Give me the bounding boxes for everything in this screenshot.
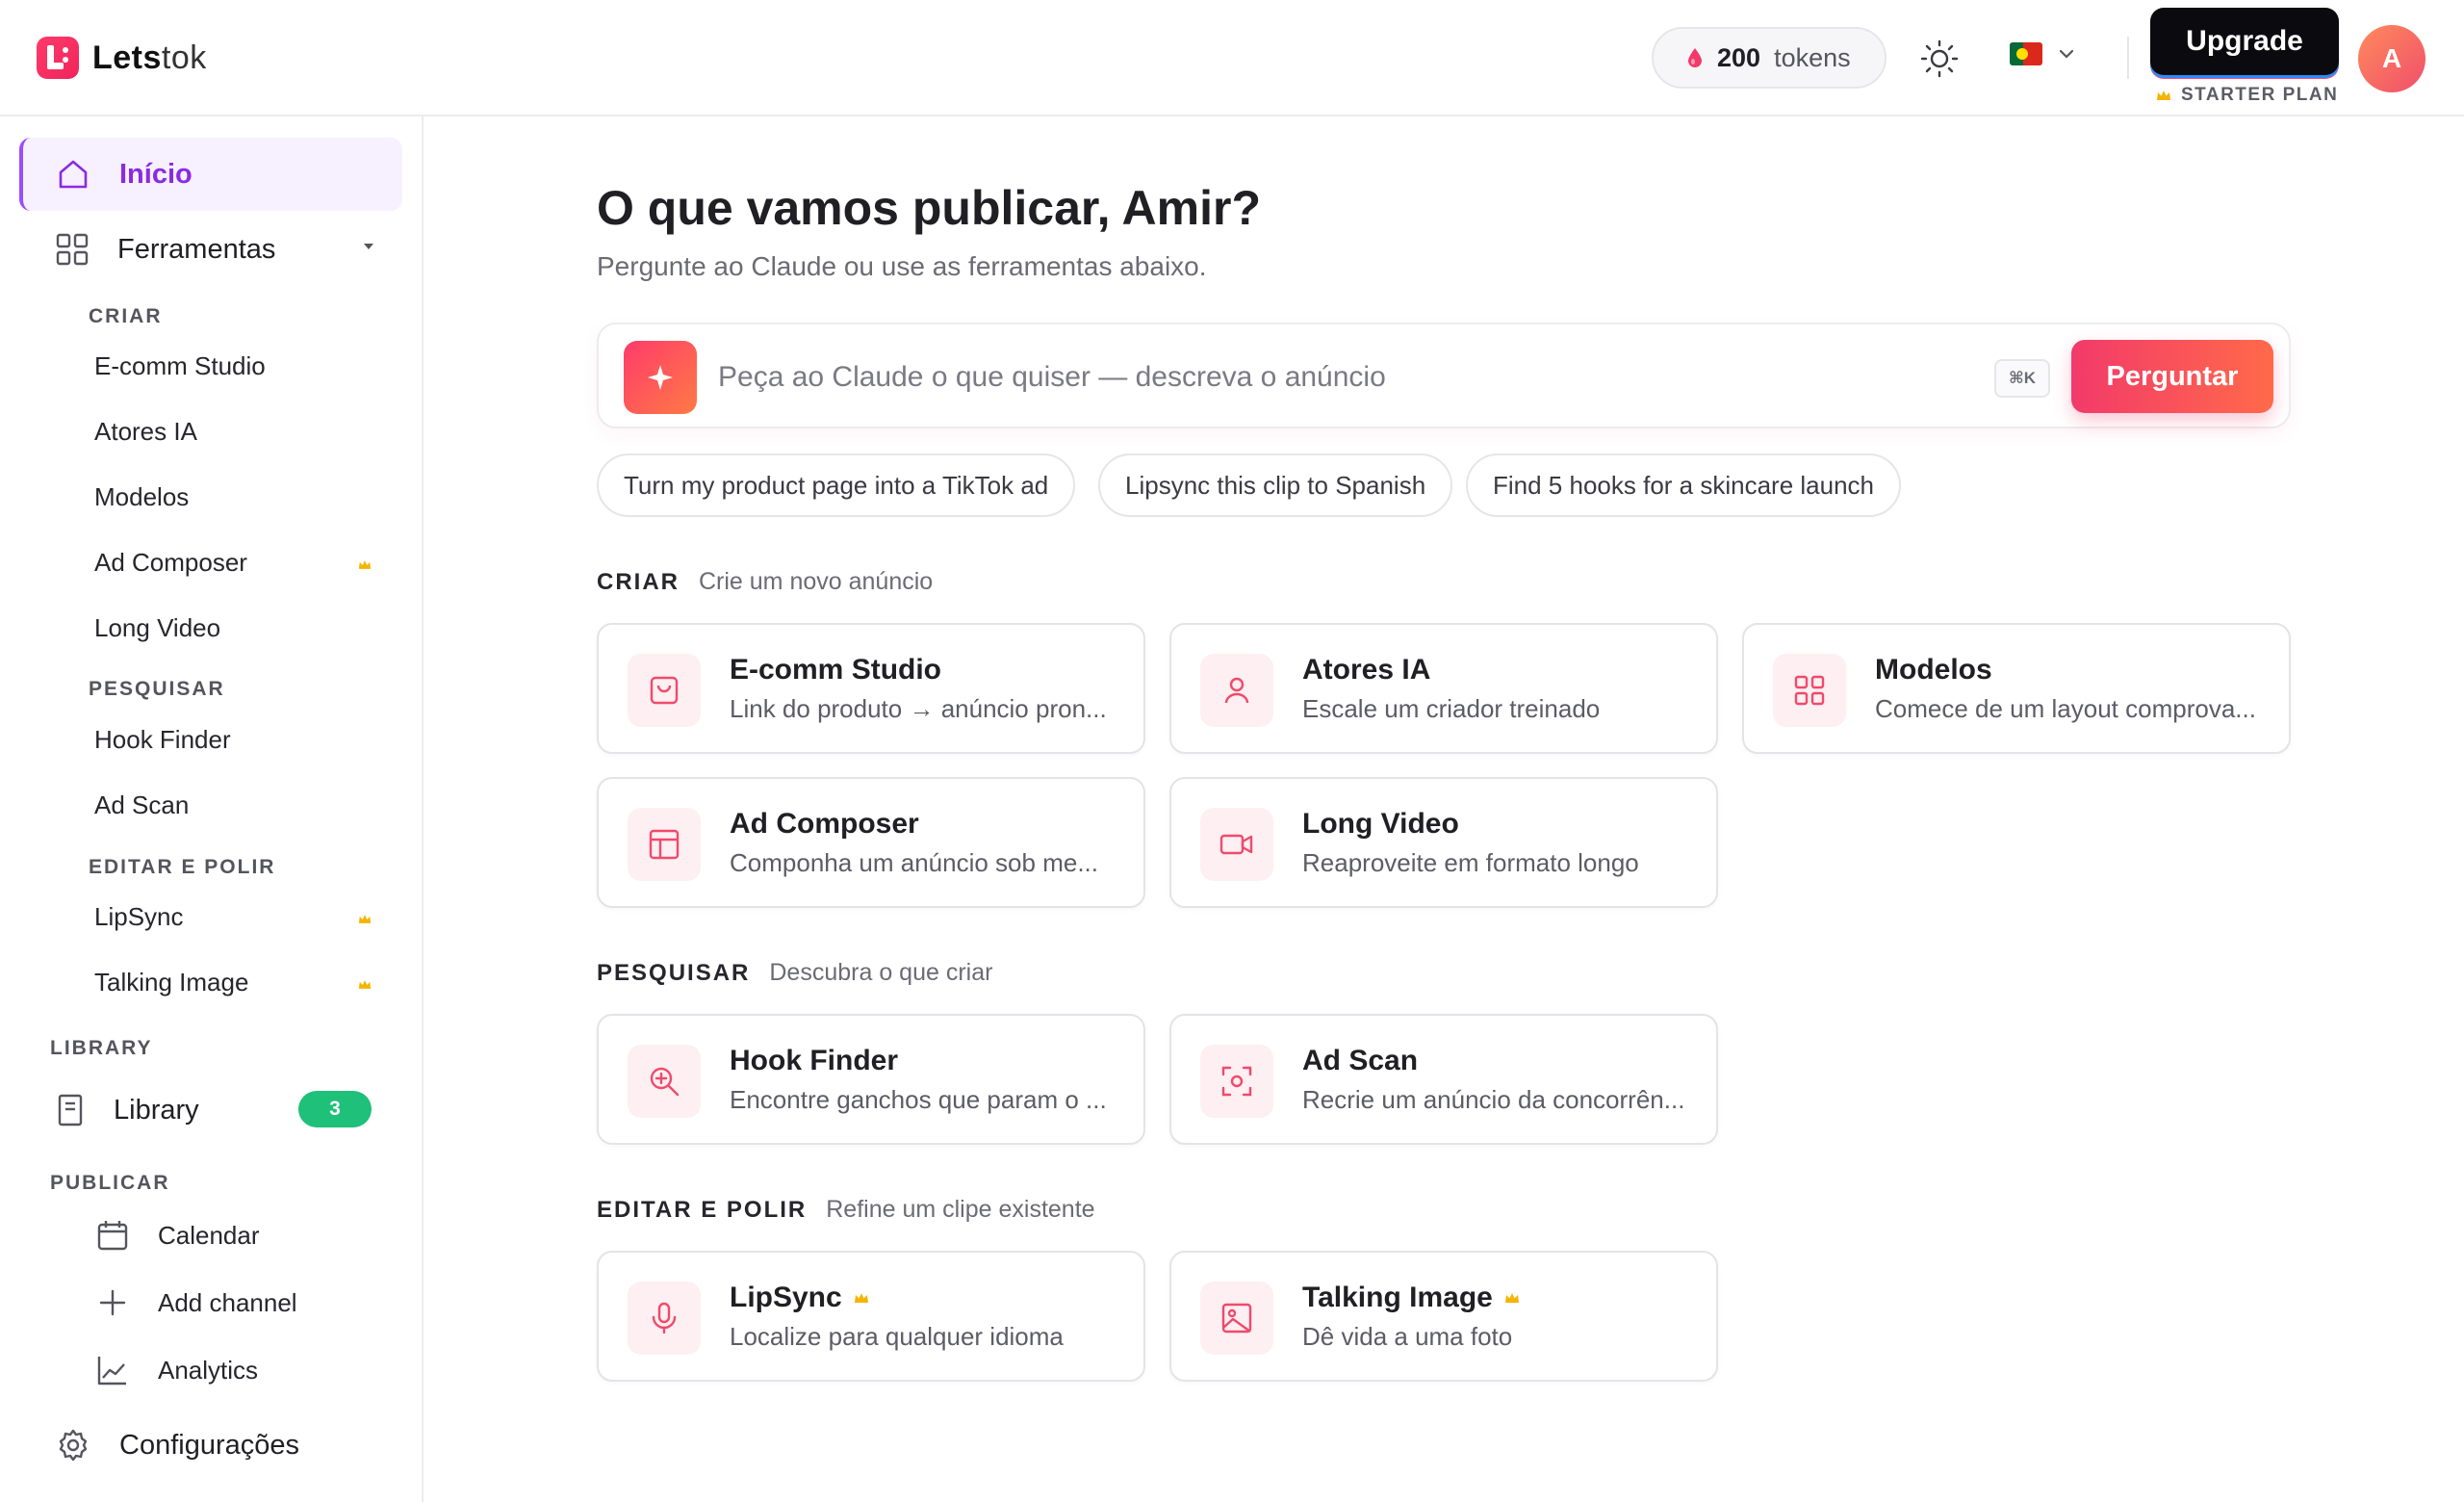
- section-label-library: LIBRARY: [50, 1037, 153, 1059]
- divider: [2127, 37, 2129, 79]
- plus-icon: [99, 1289, 126, 1316]
- tool-card-ecomm-studio[interactable]: E-comm Studio Link do produto → anúncio …: [597, 623, 1145, 754]
- library-count-badge: 3: [298, 1091, 372, 1127]
- logo[interactable]: Letstok: [37, 37, 207, 79]
- logo-text: Letstok: [92, 39, 207, 76]
- sidebar: Início Ferramentas CRIAR E-comm Studio A…: [0, 117, 424, 1502]
- tool-card-talking-image[interactable]: Talking Image Dê vida a uma foto: [1169, 1251, 1718, 1382]
- tool-card-lipsync[interactable]: LipSync Localize para qualquer idioma: [597, 1251, 1145, 1382]
- section-label-criar: CRIAR: [89, 305, 163, 327]
- top-bar: Letstok 200 tokens Upgrade STARTER PLAN …: [0, 0, 2464, 117]
- bag-icon: [628, 654, 701, 727]
- sidebar-item-configuracoes[interactable]: Configurações: [19, 1409, 402, 1482]
- page-title: O que vamos publicar, Amir?: [597, 181, 1261, 235]
- sidebar-item-ad-composer[interactable]: Ad Composer: [94, 548, 247, 578]
- tool-card-long-video[interactable]: Long Video Reaproveite em formato longo: [1169, 777, 1718, 908]
- logo-icon: [37, 37, 79, 79]
- chart-icon: [97, 1357, 126, 1385]
- section-label-publicar: PUBLICAR: [50, 1172, 170, 1194]
- image-icon: [1200, 1282, 1273, 1355]
- suggestion-chip[interactable]: Find 5 hooks for a skincare launch: [1466, 453, 1901, 517]
- sun-icon: [1920, 39, 1959, 78]
- sidebar-item-hook-finder[interactable]: Hook Finder: [94, 725, 231, 755]
- upgrade-button[interactable]: Upgrade: [2150, 8, 2339, 75]
- grid-icon: [56, 233, 89, 266]
- tool-card-atores-ia[interactable]: Atores IA Escale um criador treinado: [1169, 623, 1718, 754]
- ask-input[interactable]: [718, 353, 1796, 401]
- home-icon: [59, 160, 88, 189]
- sidebar-item-ecomm-studio[interactable]: E-comm Studio: [94, 351, 266, 381]
- gear-icon: [59, 1429, 88, 1462]
- crown-icon: [358, 980, 372, 989]
- sidebar-item-calendar[interactable]: Calendar: [96, 1219, 260, 1252]
- suggestion-chip[interactable]: Turn my product page into a TikTok ad: [597, 453, 1076, 517]
- scan-icon: [1200, 1045, 1273, 1118]
- tool-card-modelos[interactable]: Modelos Comece de um layout comprova...: [1742, 623, 2291, 754]
- crown-icon: [358, 560, 372, 569]
- crown-icon: [358, 915, 372, 923]
- mic-icon: [628, 1282, 701, 1355]
- shortcut-hint: ⌘K: [1994, 359, 2050, 398]
- layout-icon: [628, 808, 701, 881]
- ask-button[interactable]: Perguntar: [2071, 340, 2273, 413]
- section-label-editar: EDITAR E POLIR: [89, 856, 276, 878]
- tokens-label: tokens: [1774, 42, 1851, 72]
- sparkle-icon: [624, 341, 697, 414]
- caret-down-icon: [364, 244, 373, 249]
- tool-card-ad-scan[interactable]: Ad Scan Recrie um anúncio da concorrên..…: [1169, 1014, 1718, 1145]
- sidebar-item-lipsync[interactable]: LipSync: [94, 902, 184, 932]
- sidebar-item-inicio[interactable]: Início: [19, 138, 402, 211]
- grid-icon: [1773, 654, 1846, 727]
- sidebar-item-ad-scan[interactable]: Ad Scan: [94, 790, 189, 820]
- zoom-icon: [628, 1045, 701, 1118]
- suggestion-chip[interactable]: Lipsync this clip to Spanish: [1098, 453, 1453, 517]
- theme-toggle-button[interactable]: [1917, 37, 1962, 81]
- tokens-count: 200: [1717, 42, 1761, 72]
- avatar[interactable]: A: [2358, 25, 2426, 92]
- page-subtitle: Pergunte ao Claude ou use as ferramentas…: [597, 251, 1207, 281]
- sidebar-item-long-video[interactable]: Long Video: [94, 613, 220, 643]
- crown-icon: [1504, 1293, 1519, 1303]
- video-icon: [1200, 808, 1273, 881]
- sidebar-item-ferramentas[interactable]: Ferramentas: [19, 213, 402, 286]
- sidebar-item-add-channel[interactable]: Add channel: [96, 1286, 297, 1319]
- language-selector[interactable]: [2010, 42, 2075, 65]
- plan-label: STARTER PLAN: [2156, 85, 2338, 106]
- tokens-pill[interactable]: 200 tokens: [1652, 27, 1886, 89]
- sidebar-item-analytics[interactable]: Analytics: [96, 1354, 258, 1386]
- crown-icon: [2157, 91, 2170, 100]
- user-icon: [1200, 654, 1273, 727]
- sidebar-item-talking-image[interactable]: Talking Image: [94, 968, 248, 997]
- tool-card-hook-finder[interactable]: Hook Finder Encontre ganchos que param o…: [597, 1014, 1145, 1145]
- main-content: O que vamos publicar, Amir? Pergunte ao …: [425, 117, 2464, 1502]
- crown-icon: [854, 1293, 868, 1303]
- tool-card-ad-composer[interactable]: Ad Composer Componha um anúncio sob me..…: [597, 777, 1145, 908]
- sidebar-item-atores-ia[interactable]: Atores IA: [94, 417, 197, 447]
- portugal-flag-icon: [2010, 42, 2042, 65]
- sidebar-item-modelos[interactable]: Modelos: [94, 482, 189, 512]
- section-label-pesquisar: PESQUISAR: [89, 678, 225, 700]
- chevron-down-icon: [2059, 49, 2074, 59]
- calendar-icon: [97, 1221, 128, 1251]
- ask-bar: ⌘K Perguntar: [597, 323, 2291, 428]
- section-header-criar: CRIAR Crie um novo anúncio: [597, 568, 934, 595]
- book-icon: [58, 1094, 83, 1126]
- drop-icon: [1688, 48, 1702, 67]
- section-header-editar: EDITAR E POLIR Refine um clipe existente: [597, 1196, 1095, 1223]
- section-header-pesquisar: PESQUISAR Descubra o que criar: [597, 959, 993, 986]
